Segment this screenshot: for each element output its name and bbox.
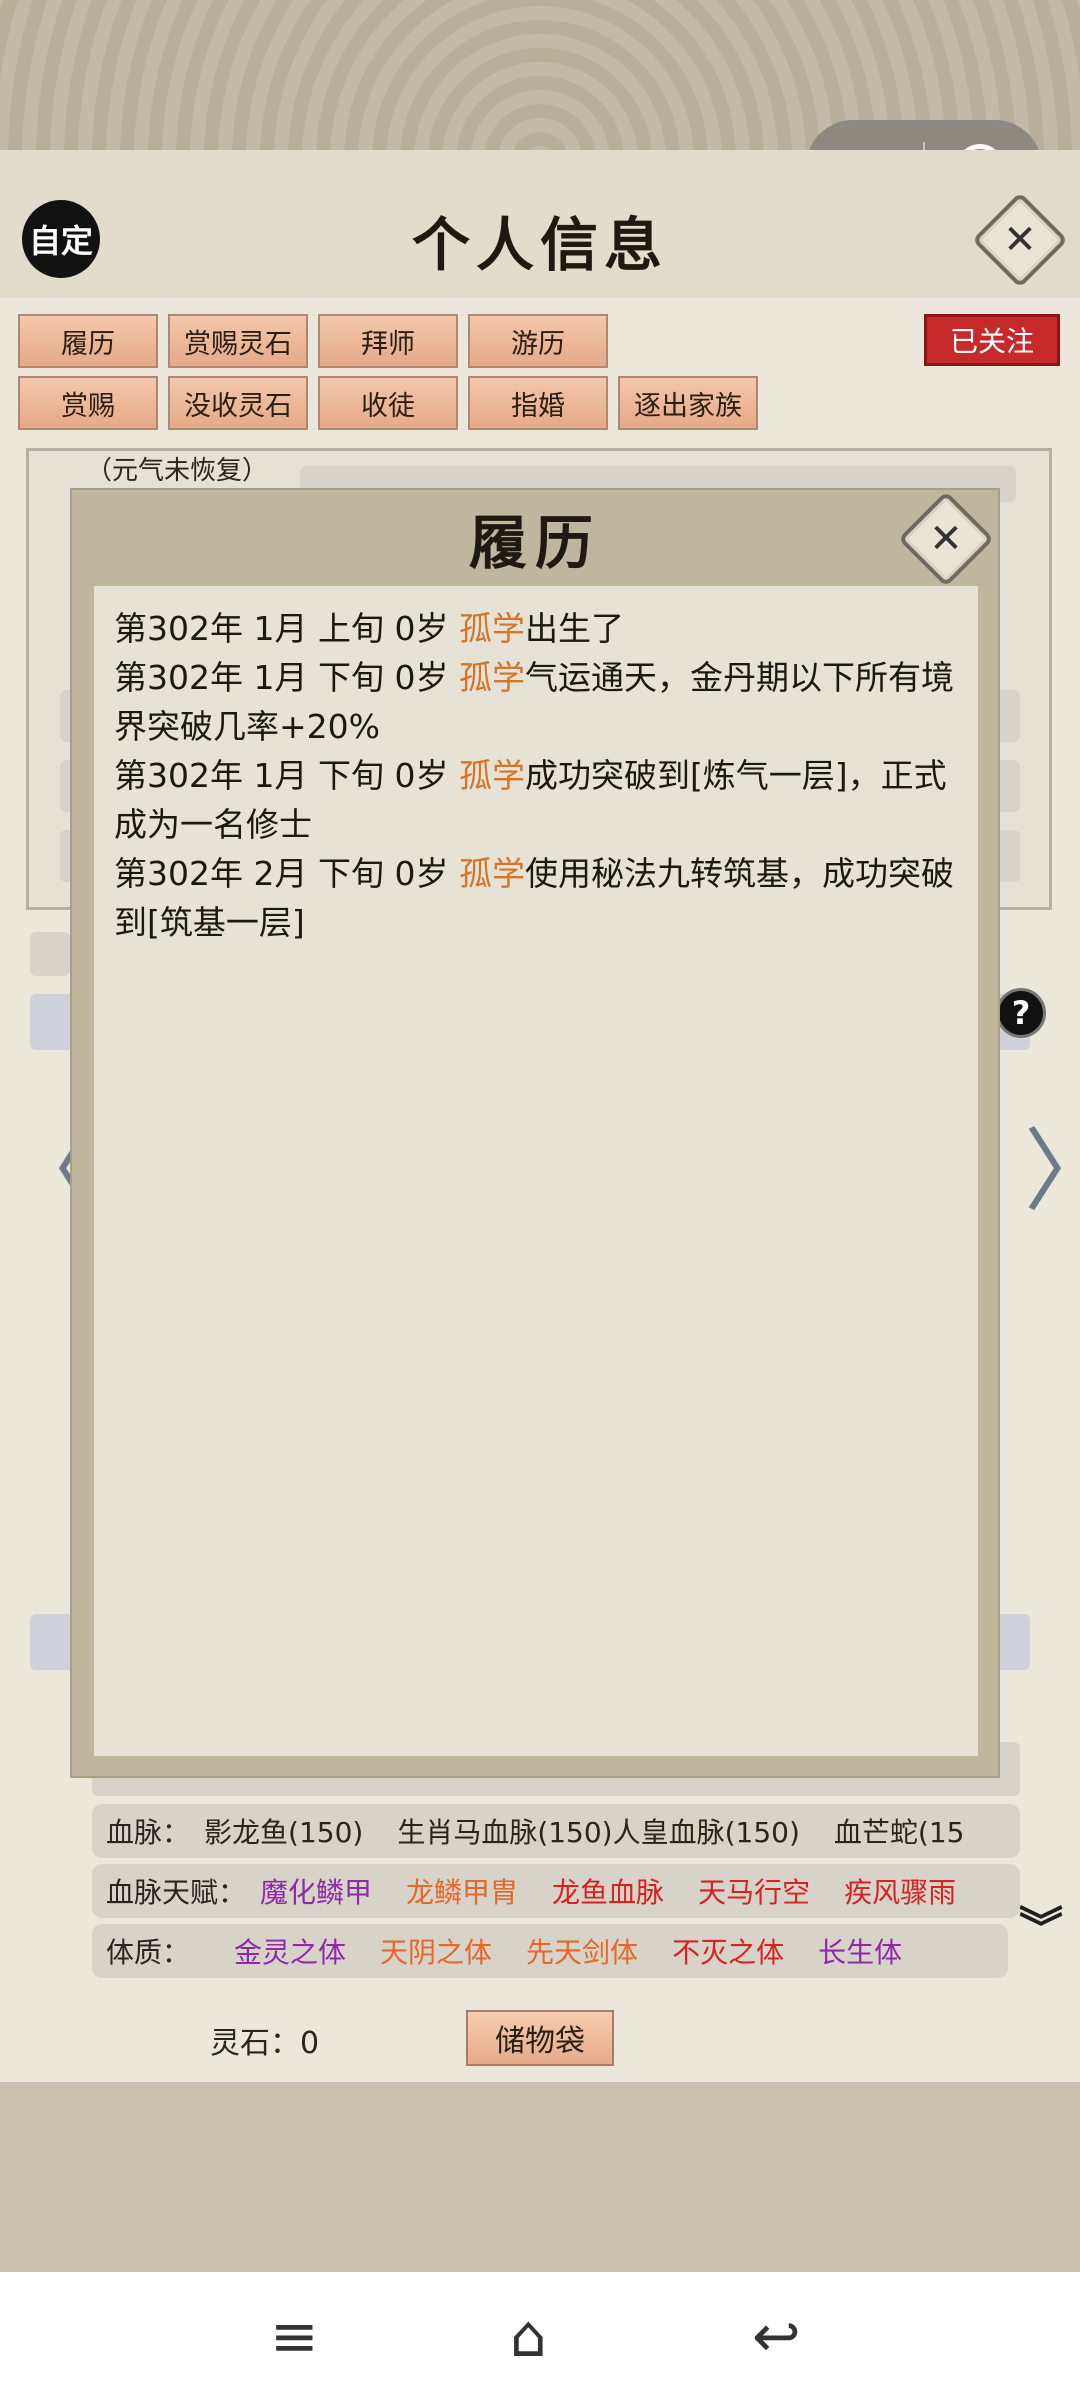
bloodline-item[interactable]: 影龙鱼(150): [204, 1811, 363, 1851]
tab-history[interactable]: 履历: [18, 314, 158, 368]
character-name[interactable]: 孤学: [459, 658, 525, 697]
bloodline-row: 血脉： 影龙鱼(150) 生肖马血脉(150)人皇血脉(150) 血芒蛇(15: [92, 1804, 1020, 1858]
system-navigation-bar: ≡ ⌂ ↩: [0, 2272, 1080, 2400]
log-entry: 第302年 1月 下旬 0岁 孤学成功突破到[炼气一层]，正式成为一名修士: [114, 751, 956, 849]
tab-take-disciple[interactable]: 收徒: [318, 376, 458, 430]
log-entry: 第302年 2月 下旬 0岁 孤学使用秘法九转筑基，成功突破到[筑基一层]: [114, 849, 956, 947]
bloodline-talent-row: 血脉天赋： 魔化鳞甲 龙鳞甲胄 龙鱼血脉 天马行空 疾风骤雨: [92, 1864, 1020, 1918]
character-name[interactable]: 孤学: [459, 756, 525, 795]
log-date: 第302年 1月 下旬 0岁: [114, 658, 459, 697]
log-entry: 第302年 1月 下旬 0岁 孤学气运通天，金丹期以下所有境界突破几率+20%: [114, 653, 956, 751]
expand-icon[interactable]: ︾: [1012, 1907, 1070, 1982]
close-icon: ✕: [1003, 217, 1037, 263]
modal-title: 履历: [468, 509, 601, 577]
character-name[interactable]: 孤学: [459, 609, 525, 648]
bloodline-talent-item[interactable]: 天马行空: [698, 1871, 810, 1911]
close-icon: ✕: [929, 516, 963, 562]
auto-button[interactable]: 自定: [22, 200, 100, 278]
spirit-stone-count: 灵石：0: [210, 2026, 320, 2061]
physique-item[interactable]: 金灵之体: [234, 1931, 346, 1971]
log-entry: 第302年 1月 上旬 0岁 孤学出生了: [114, 604, 956, 653]
bloodline-item[interactable]: 生肖马血脉(150)人皇血脉(150): [397, 1811, 800, 1851]
bloodline-talent-label: 血脉天赋：: [106, 1876, 247, 1909]
menu-icon[interactable]: ≡: [270, 2302, 319, 2370]
storage-bag-button[interactable]: 储物袋: [466, 2010, 614, 2066]
vigor-status-note: （元气未恢复）: [86, 456, 269, 486]
physique-row: 体质： 金灵之体 天阴之体 先天剑体 不灭之体 长生体: [92, 1924, 1008, 1978]
tab-arrange-marriage[interactable]: 指婚: [468, 376, 608, 430]
help-icon[interactable]: ?: [996, 988, 1046, 1038]
history-log: 第302年 1月 上旬 0岁 孤学出生了 第302年 1月 下旬 0岁 孤学气运…: [94, 586, 978, 1756]
next-arrow-icon[interactable]: 〉: [1024, 1098, 1080, 1228]
physique-label: 体质：: [106, 1936, 191, 1969]
bloodline-talent-item[interactable]: 龙鱼血脉: [552, 1871, 664, 1911]
tab-expel-family[interactable]: 逐出家族: [618, 376, 758, 430]
tab-apprentice[interactable]: 拜师: [318, 314, 458, 368]
bloodline-label: 血脉：: [106, 1816, 191, 1849]
bloodline-talent-item[interactable]: 疾风骤雨: [844, 1871, 956, 1911]
followed-badge[interactable]: 已关注: [924, 314, 1060, 366]
log-text: 出生了: [524, 609, 624, 648]
physique-item[interactable]: 先天剑体: [526, 1931, 638, 1971]
tab-reward-stones[interactable]: 赏赐灵石: [168, 314, 308, 368]
section-tab: [30, 932, 70, 976]
back-icon[interactable]: ↩: [752, 2302, 801, 2370]
log-date: 第302年 1月 下旬 0岁: [114, 756, 459, 795]
character-name[interactable]: 孤学: [459, 854, 525, 893]
physique-item[interactable]: 长生体: [818, 1931, 902, 1971]
page-title: 个人信息: [411, 211, 668, 279]
log-date: 第302年 1月 上旬 0岁: [114, 609, 459, 648]
tab-reward[interactable]: 赏赐: [18, 376, 158, 430]
physique-item[interactable]: 天阴之体: [380, 1931, 492, 1971]
bottom-band: [0, 2082, 1080, 2272]
log-date: 第302年 2月 下旬 0岁: [114, 854, 459, 893]
bloodline-item[interactable]: 血芒蛇(15: [834, 1811, 965, 1851]
bloodline-talent-item[interactable]: 龙鳞甲胄: [406, 1871, 518, 1911]
tab-travel[interactable]: 游历: [468, 314, 608, 368]
tab-confiscate-stones[interactable]: 没收灵石: [168, 376, 308, 430]
bloodline-talent-item[interactable]: 魔化鳞甲: [260, 1871, 372, 1911]
home-icon[interactable]: ⌂: [510, 2302, 547, 2370]
physique-item[interactable]: 不灭之体: [672, 1931, 784, 1971]
